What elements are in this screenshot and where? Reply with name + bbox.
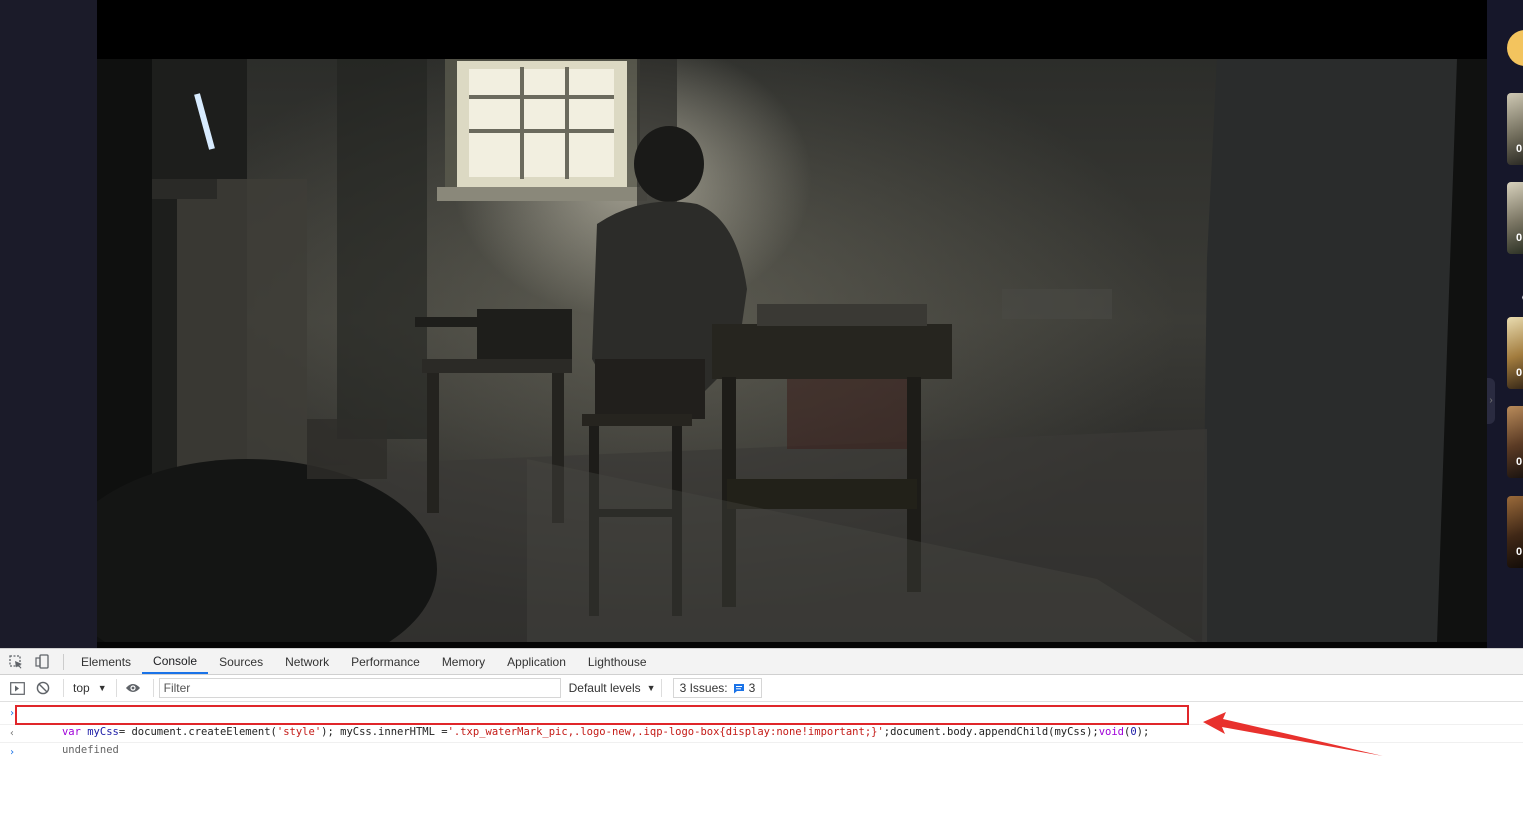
playlist-thumb-label: 0 (1516, 546, 1523, 558)
eye-icon[interactable] (122, 678, 144, 698)
devtools-tab-bar: Elements Console Sources Network Perform… (0, 649, 1523, 675)
console-toolbar: top ▼ Default levels ▼ 3 Issues: 3 (0, 675, 1523, 702)
issues-button[interactable]: 3 Issues: 3 (672, 678, 763, 698)
console-output[interactable]: › var myCss= document.createElement('styl… (0, 702, 1523, 762)
video-frame[interactable] (97, 59, 1487, 642)
device-toolbar-icon[interactable] (29, 649, 55, 674)
chevron-down-icon: ▼ (97, 683, 107, 693)
issues-label: 3 Issues: (679, 681, 728, 695)
log-levels-value: Default levels (568, 681, 641, 695)
devtools-panel: Elements Console Sources Network Perform… (0, 648, 1523, 828)
user-avatar[interactable] (1507, 30, 1523, 66)
divider (152, 679, 154, 697)
video-player[interactable] (97, 0, 1487, 648)
playlist-thumb-label: 0 (1516, 232, 1523, 244)
tab-console[interactable]: Console (142, 649, 209, 674)
issues-count: 3 (748, 681, 756, 695)
inspect-element-icon[interactable] (3, 649, 29, 674)
tab-network[interactable]: Network (274, 649, 340, 674)
clear-console-icon[interactable] (32, 678, 54, 698)
log-levels-select[interactable]: Default levels ▼ (569, 681, 656, 695)
tab-memory[interactable]: Memory (431, 649, 496, 674)
divider (115, 679, 117, 697)
tab-application[interactable]: Application (496, 649, 577, 674)
divider (63, 653, 64, 670)
sidebar-toggle-icon[interactable] (6, 678, 28, 698)
console-result: ‹ undefined (0, 725, 1523, 756)
message-icon (733, 683, 744, 693)
highlight-box (15, 705, 1189, 725)
console-input-echo[interactable]: › var myCss= document.createElement('styl… (0, 702, 1523, 738)
tab-elements[interactable]: Elements (70, 649, 142, 674)
tab-sources[interactable]: Sources (208, 649, 274, 674)
chevron-down-icon: ▼ (646, 683, 656, 693)
divider (63, 679, 64, 697)
playlist-thumb[interactable]: 0 (1507, 93, 1523, 165)
collapse-icon[interactable]: 《 (1514, 287, 1523, 308)
playlist-thumb[interactable]: 0 (1507, 406, 1523, 478)
playlist-thumb[interactable]: 0 (1507, 182, 1523, 254)
tab-lighthouse[interactable]: Lighthouse (577, 649, 658, 674)
tab-performance[interactable]: Performance (340, 649, 431, 674)
filter-input[interactable] (158, 678, 561, 698)
playlist-thumb-label: 0 (1516, 367, 1523, 379)
playlist-thumb-label: 0 (1516, 456, 1523, 468)
web-page: 0 0 《 › 0 0 0 (0, 0, 1523, 648)
result-arrow-icon: ‹ (9, 728, 16, 739)
video-scene (97, 59, 1487, 642)
right-sidebar: 0 0 《 › 0 0 0 (1487, 0, 1523, 648)
console-prompt-line[interactable]: › (0, 743, 1523, 762)
divider (660, 679, 662, 697)
issues-badge: 3 (733, 681, 756, 695)
playlist-thumb[interactable]: 0 (1507, 317, 1523, 389)
playlist-thumb-label: 0 (1516, 143, 1523, 155)
context-select[interactable]: top ▼ (69, 681, 111, 695)
expand-tab[interactable]: › (1487, 378, 1495, 424)
playlist-thumb[interactable]: 0 (1507, 496, 1523, 568)
context-value: top (73, 681, 90, 695)
prompt-icon: › (9, 747, 16, 758)
